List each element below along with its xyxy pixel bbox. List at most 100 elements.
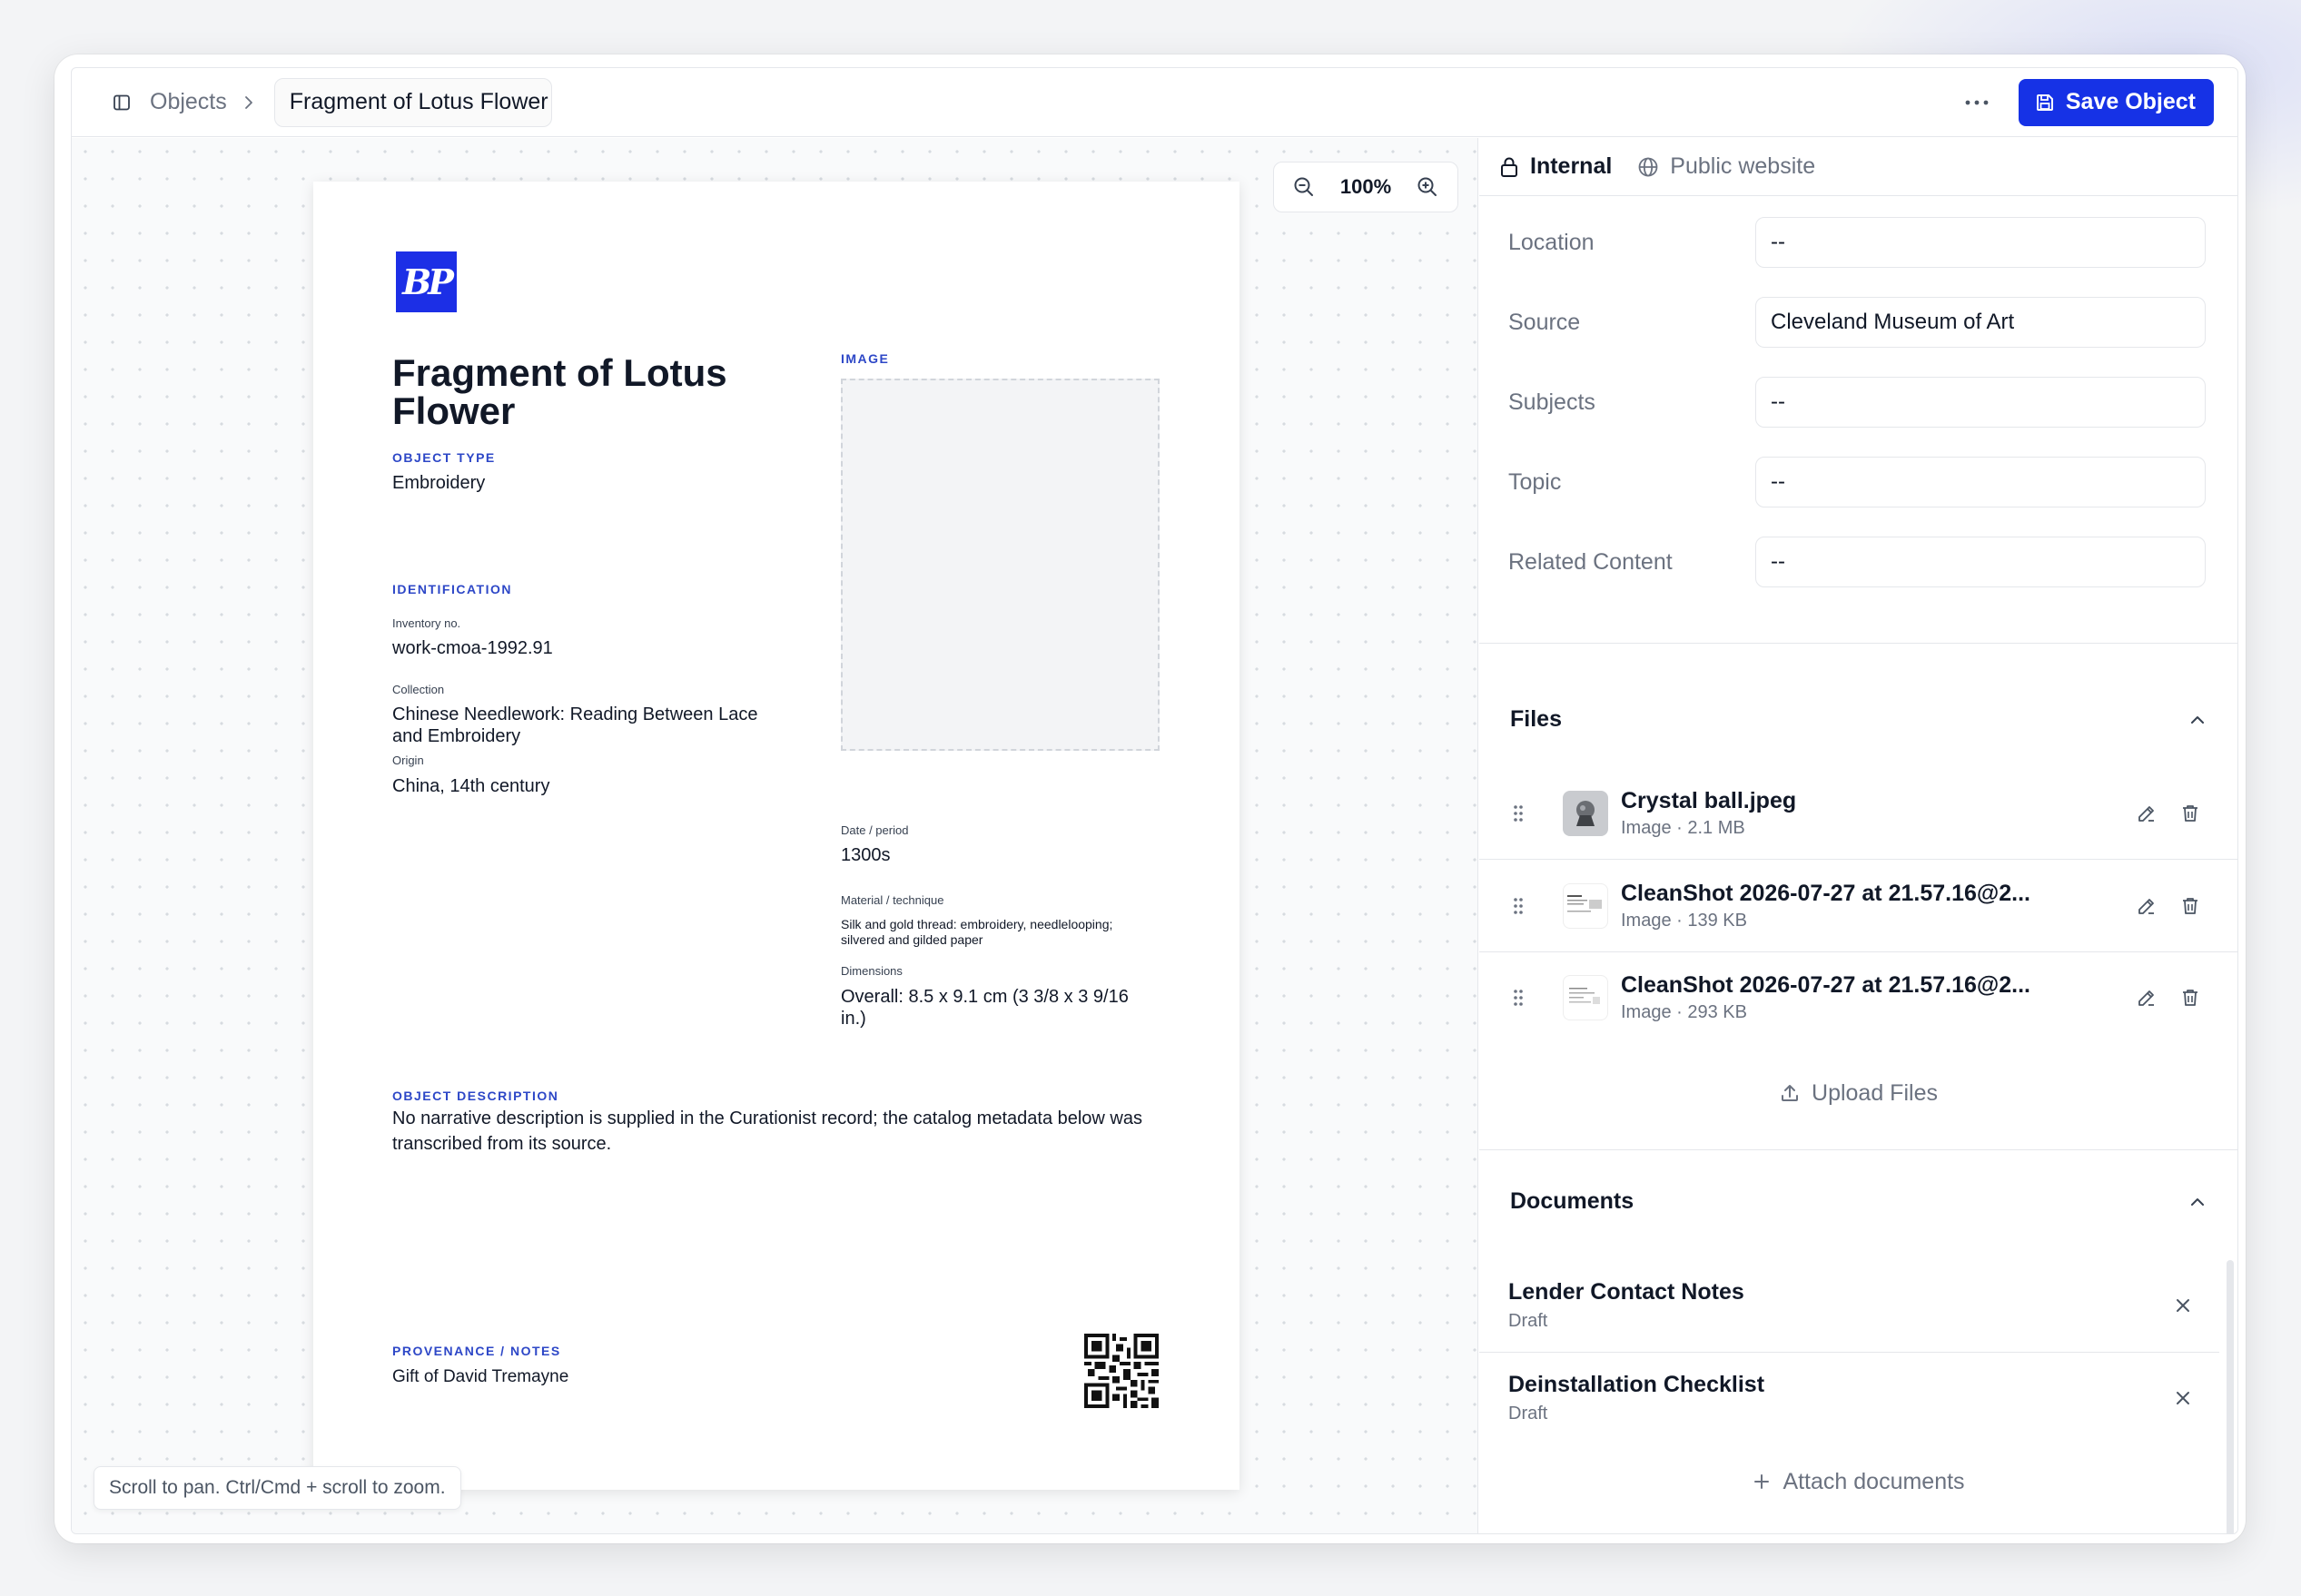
image-placeholder bbox=[841, 379, 1160, 751]
field-topic: Topic -- bbox=[1479, 457, 2237, 507]
file-thumbnail bbox=[1563, 975, 1608, 1020]
file-thumbnail bbox=[1563, 883, 1608, 929]
edit-icon[interactable] bbox=[2132, 892, 2161, 921]
attach-documents-label: Attach documents bbox=[1783, 1468, 1965, 1494]
file-name: CleanShot 2026-07-27 at 21.57.16@2... bbox=[1621, 972, 2031, 998]
object-label-page: BP Fragment of Lotus Flower OBJECT TYPE … bbox=[313, 182, 1239, 1490]
field-subjects: Subjects -- bbox=[1479, 377, 2237, 428]
file-meta: Image · 2.1 MB bbox=[1621, 818, 1745, 838]
document-row[interactable]: Lender Contact Notes Draft bbox=[1479, 1260, 2219, 1351]
location-input[interactable]: -- bbox=[1755, 217, 2206, 268]
chevron-up-icon[interactable] bbox=[2185, 707, 2210, 733]
material-label: Material / technique bbox=[841, 893, 944, 907]
date-value: 1300s bbox=[841, 845, 891, 865]
document-row[interactable]: Deinstallation Checklist Draft bbox=[1479, 1353, 2219, 1443]
upload-files-button[interactable]: Upload Files bbox=[1479, 1075, 2237, 1111]
documents-title: Documents bbox=[1510, 1188, 1634, 1214]
save-object-label: Save Object bbox=[2065, 89, 2196, 114]
file-row: Crystal ball.jpeg Image · 2.1 MB bbox=[1479, 768, 2237, 859]
details-panel: Internal Public website Location -- Sour… bbox=[1479, 138, 2237, 1533]
field-related-content: Related Content -- bbox=[1479, 537, 2237, 587]
trash-icon[interactable] bbox=[2176, 892, 2205, 921]
brand-logo: BP bbox=[396, 251, 457, 312]
chevron-right-icon bbox=[240, 93, 260, 113]
visibility-tabs: Internal Public website bbox=[1479, 138, 2237, 196]
related-content-input[interactable]: -- bbox=[1755, 537, 2206, 587]
tab-public-website[interactable]: Public website bbox=[1637, 153, 1815, 180]
divider bbox=[1479, 1149, 2237, 1150]
provenance-value: Gift of David Tremayne bbox=[392, 1367, 569, 1386]
qr-code-icon bbox=[1084, 1334, 1159, 1408]
field-source: Source Cleveland Museum of Art bbox=[1479, 297, 2237, 348]
file-meta: Image · 293 KB bbox=[1621, 1002, 1747, 1022]
identification-heading: IDENTIFICATION bbox=[392, 582, 512, 596]
file-name: Crystal ball.jpeg bbox=[1621, 788, 1797, 813]
chevron-up-icon[interactable] bbox=[2185, 1189, 2210, 1215]
file-name: CleanShot 2026-07-27 at 21.57.16@2... bbox=[1621, 881, 2031, 906]
tab-internal[interactable]: Internal bbox=[1499, 153, 1612, 180]
inventory-value: work-cmoa-1992.91 bbox=[392, 638, 553, 658]
top-bar: Objects Fragment of Lotus Flower Save Ob… bbox=[72, 68, 2237, 137]
zoom-out-icon[interactable] bbox=[1290, 173, 1318, 201]
drag-handle-icon[interactable] bbox=[1512, 987, 1530, 1009]
object-type-value: Embroidery bbox=[392, 473, 486, 493]
sidebar-toggle-icon[interactable] bbox=[112, 93, 132, 113]
origin-value: China, 14th century bbox=[392, 776, 550, 796]
files-header[interactable]: Files bbox=[1510, 706, 2210, 733]
upload-files-label: Upload Files bbox=[1812, 1079, 1938, 1106]
trash-icon[interactable] bbox=[2176, 799, 2205, 828]
zoom-control: 100% bbox=[1273, 162, 1458, 212]
attach-documents-button[interactable]: Attach documents bbox=[1479, 1463, 2237, 1500]
zoom-in-icon[interactable] bbox=[1414, 173, 1441, 201]
breadcrumb-objects[interactable]: Objects bbox=[150, 89, 227, 115]
date-label: Date / period bbox=[841, 823, 909, 837]
object-title-input[interactable]: Fragment of Lotus Flower bbox=[273, 77, 552, 127]
divider bbox=[1479, 643, 2237, 644]
divider bbox=[1479, 859, 2237, 860]
subjects-input[interactable]: -- bbox=[1755, 377, 2206, 428]
documents-header[interactable]: Documents bbox=[1510, 1188, 2210, 1215]
field-label: Location bbox=[1508, 229, 1595, 255]
panel-scrollbar[interactable] bbox=[2227, 1260, 2234, 1533]
upload-icon bbox=[1782, 1085, 1799, 1101]
field-label: Related Content bbox=[1508, 548, 1673, 575]
field-label: Subjects bbox=[1508, 389, 1595, 415]
document-status: Draft bbox=[1508, 1404, 1548, 1424]
field-label: Source bbox=[1508, 309, 1581, 335]
source-input[interactable]: Cleveland Museum of Art bbox=[1755, 297, 2206, 348]
preview-canvas[interactable]: 100% BP Fragment of Lotus Flower OBJECT … bbox=[72, 138, 1478, 1533]
file-thumbnail bbox=[1563, 791, 1608, 836]
image-heading: IMAGE bbox=[841, 351, 890, 366]
document-name: Lender Contact Notes bbox=[1508, 1279, 1744, 1305]
description-value: No narrative description is supplied in … bbox=[392, 1108, 1142, 1154]
drag-handle-icon[interactable] bbox=[1512, 895, 1530, 917]
collection-value: Chinese Needlework: Reading Between Lace… bbox=[392, 704, 758, 746]
close-icon[interactable] bbox=[2168, 1291, 2197, 1320]
preview-title: Fragment of Lotus Flower bbox=[392, 351, 727, 432]
app-window: Objects Fragment of Lotus Flower Save Ob… bbox=[54, 54, 2246, 1543]
collection-label: Collection bbox=[392, 683, 445, 696]
inventory-label: Inventory no. bbox=[392, 616, 461, 630]
canvas-hint: Scroll to pan. Ctrl/Cmd + scroll to zoom… bbox=[94, 1466, 461, 1510]
more-options-icon[interactable] bbox=[1957, 83, 1997, 123]
topic-input[interactable]: -- bbox=[1755, 457, 2206, 507]
drag-handle-icon[interactable] bbox=[1512, 803, 1530, 824]
provenance-heading: PROVENANCE / NOTES bbox=[392, 1344, 561, 1358]
edit-icon[interactable] bbox=[2132, 799, 2161, 828]
lock-icon bbox=[1501, 157, 1517, 177]
edit-icon[interactable] bbox=[2132, 983, 2161, 1012]
dimensions-value: Overall: 8.5 x 9.1 cm (3 3/8 x 3 9/16 in… bbox=[841, 987, 1129, 1029]
close-icon[interactable] bbox=[2168, 1384, 2197, 1413]
save-object-button[interactable]: Save Object bbox=[2018, 78, 2214, 126]
description-heading: OBJECT DESCRIPTION bbox=[392, 1089, 559, 1103]
globe-icon bbox=[1638, 157, 1658, 176]
document-name: Deinstallation Checklist bbox=[1508, 1372, 1765, 1397]
field-location: Location -- bbox=[1479, 217, 2237, 268]
document-status: Draft bbox=[1508, 1311, 1548, 1331]
plus-icon bbox=[1754, 1474, 1770, 1489]
zoom-level: 100% bbox=[1339, 175, 1392, 198]
trash-icon[interactable] bbox=[2176, 983, 2205, 1012]
origin-label: Origin bbox=[392, 754, 424, 767]
object-type-heading: OBJECT TYPE bbox=[392, 450, 496, 465]
tab-internal-label: Internal bbox=[1530, 153, 1613, 179]
